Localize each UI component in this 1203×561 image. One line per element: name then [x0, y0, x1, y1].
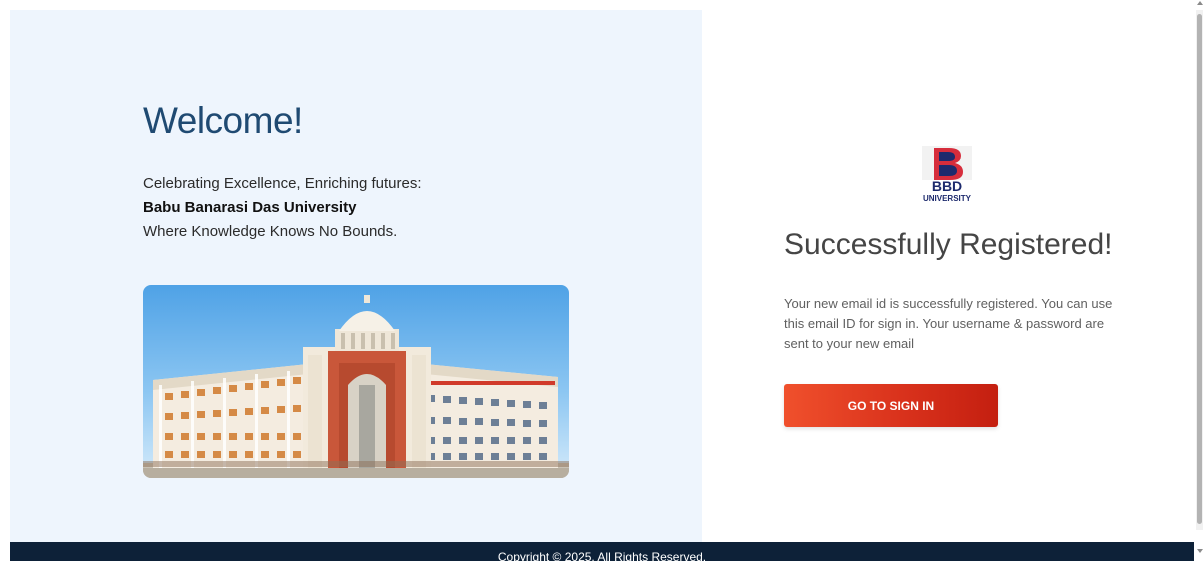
welcome-title: Welcome!: [143, 100, 303, 141]
welcome-tagline: Celebrating Excellence, Enriching future…: [143, 172, 421, 244]
vertical-scrollbar[interactable]: [1196, 10, 1203, 530]
tagline-line-1: Celebrating Excellence, Enriching future…: [143, 175, 422, 192]
go-to-sign-in-button[interactable]: GO TO SIGN IN: [784, 384, 998, 427]
bbd-logo-icon: [922, 146, 972, 180]
success-message: Your new email id is successfully regist…: [784, 296, 1113, 351]
campus-image: [143, 285, 569, 478]
welcome-panel: Welcome! Celebrating Excellence, Enrichi…: [10, 10, 702, 542]
tagline-line-3: Where Knowledge Knows No Bounds.: [143, 223, 398, 240]
logo-university-text: UNIVERSITY: [922, 194, 971, 203]
scroll-down-arrow-icon[interactable]: [1197, 549, 1203, 553]
logo-bbd-text: BBD: [931, 178, 963, 194]
copyright-text: Copyright © 2025. All Rights Reserved.: [497, 550, 707, 561]
university-name: Babu Banarasi Das University: [143, 199, 357, 216]
scroll-up-arrow-icon[interactable]: [1197, 1, 1203, 5]
scrollbar-thumb[interactable]: [1197, 14, 1202, 524]
bbd-university-logo: BBD UNIVERSITY: [914, 146, 980, 212]
registration-panel: BBD UNIVERSITY Successfully Registered! …: [702, 10, 1194, 542]
page: Welcome! Celebrating Excellence, Enrichi…: [0, 0, 1203, 561]
success-title: Successfully Registered!: [784, 228, 1113, 261]
footer: Copyright © 2025. All Rights Reserved.: [10, 542, 1194, 561]
